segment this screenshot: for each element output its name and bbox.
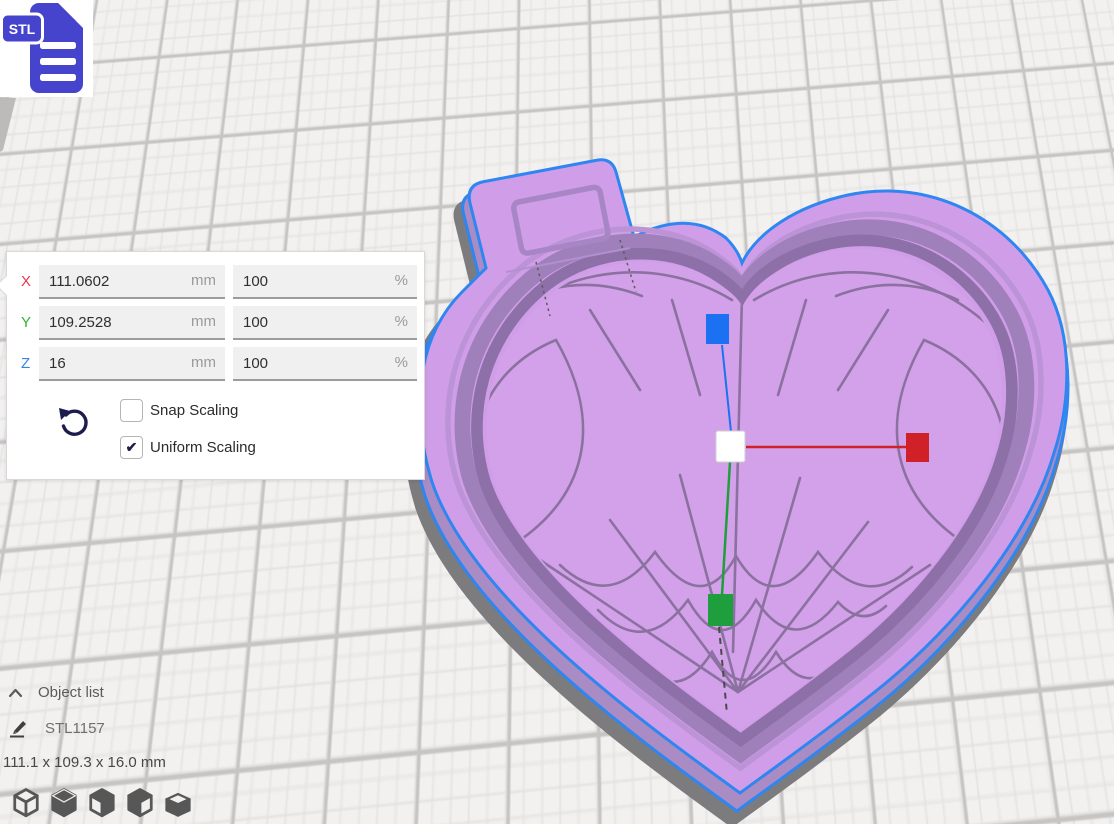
reset-scale-button[interactable] <box>54 405 92 443</box>
y-mm-unit: mm <box>191 313 216 330</box>
y-mm-input[interactable] <box>39 306 193 338</box>
view-front-button[interactable] <box>49 787 79 817</box>
cube-3d-icon <box>11 787 41 820</box>
z-mm-unit: mm <box>191 354 216 371</box>
cube-front-icon <box>49 787 79 820</box>
scale-row-y: Y mm % <box>7 306 424 340</box>
x-percent-field: % <box>233 265 417 299</box>
stl-file-badge: STL <box>0 0 93 97</box>
x-mm-input[interactable] <box>39 265 193 297</box>
y-mm-field: mm <box>39 306 225 340</box>
edit-pencil-icon <box>8 718 30 738</box>
view-top-button[interactable] <box>87 787 117 817</box>
scale-row-x: X mm % <box>7 265 424 299</box>
cube-left-icon <box>125 787 155 820</box>
axis-x-label: X <box>21 273 41 290</box>
snap-scaling-label: Snap Scaling <box>150 402 238 419</box>
scale-tool-panel: X mm % Y mm % Z mm <box>6 251 425 480</box>
object-list-title: Object list <box>38 684 104 701</box>
model-heart-mold[interactable] <box>403 160 1068 824</box>
view-right-button[interactable] <box>163 787 193 817</box>
application-viewport: STL X mm % Y mm % <box>0 0 1114 824</box>
cube-top-icon <box>87 787 117 820</box>
y-percent-unit: % <box>395 313 408 330</box>
z-percent-unit: % <box>395 354 408 371</box>
stl-badge-label: STL <box>9 21 36 37</box>
x-mm-field: mm <box>39 265 225 299</box>
uniform-scaling-label: Uniform Scaling <box>150 439 256 456</box>
scale-handle-z-axis[interactable] <box>706 314 729 344</box>
stl-file-icon: STL <box>0 0 93 97</box>
scale-handle-y-axis[interactable] <box>708 594 733 626</box>
object-list-item-name: STL1157 <box>45 720 105 737</box>
chevron-up-icon <box>8 688 23 698</box>
view-left-button[interactable] <box>125 787 155 817</box>
camera-view-toolbar <box>11 787 193 817</box>
z-mm-field: mm <box>39 347 225 381</box>
z-percent-field: % <box>233 347 417 381</box>
axis-z-label: Z <box>21 355 41 372</box>
object-list-item[interactable]: STL1157 <box>8 718 105 738</box>
reset-rotate-icon <box>55 405 91 441</box>
scale-handle-center[interactable] <box>716 431 745 462</box>
y-percent-input[interactable] <box>233 306 385 338</box>
snap-scaling-checkbox[interactable] <box>120 399 143 422</box>
selected-object-dimensions: 111.1 x 109.3 x 16.0 mm <box>3 754 166 771</box>
y-percent-field: % <box>233 306 417 340</box>
axis-y-label: Y <box>21 314 41 331</box>
view-3d-button[interactable] <box>11 787 41 817</box>
z-mm-input[interactable] <box>39 347 193 379</box>
uniform-scaling-checkbox[interactable]: ✔ <box>120 436 143 459</box>
scale-handle-x-axis[interactable] <box>906 433 929 462</box>
x-percent-unit: % <box>395 272 408 289</box>
x-percent-input[interactable] <box>233 265 385 297</box>
plate-edge <box>0 97 16 152</box>
scale-row-z: Z mm % <box>7 347 424 381</box>
cube-right-icon <box>163 787 193 820</box>
x-mm-unit: mm <box>191 272 216 289</box>
object-list-header[interactable]: Object list <box>8 684 104 701</box>
z-percent-input[interactable] <box>233 347 385 379</box>
